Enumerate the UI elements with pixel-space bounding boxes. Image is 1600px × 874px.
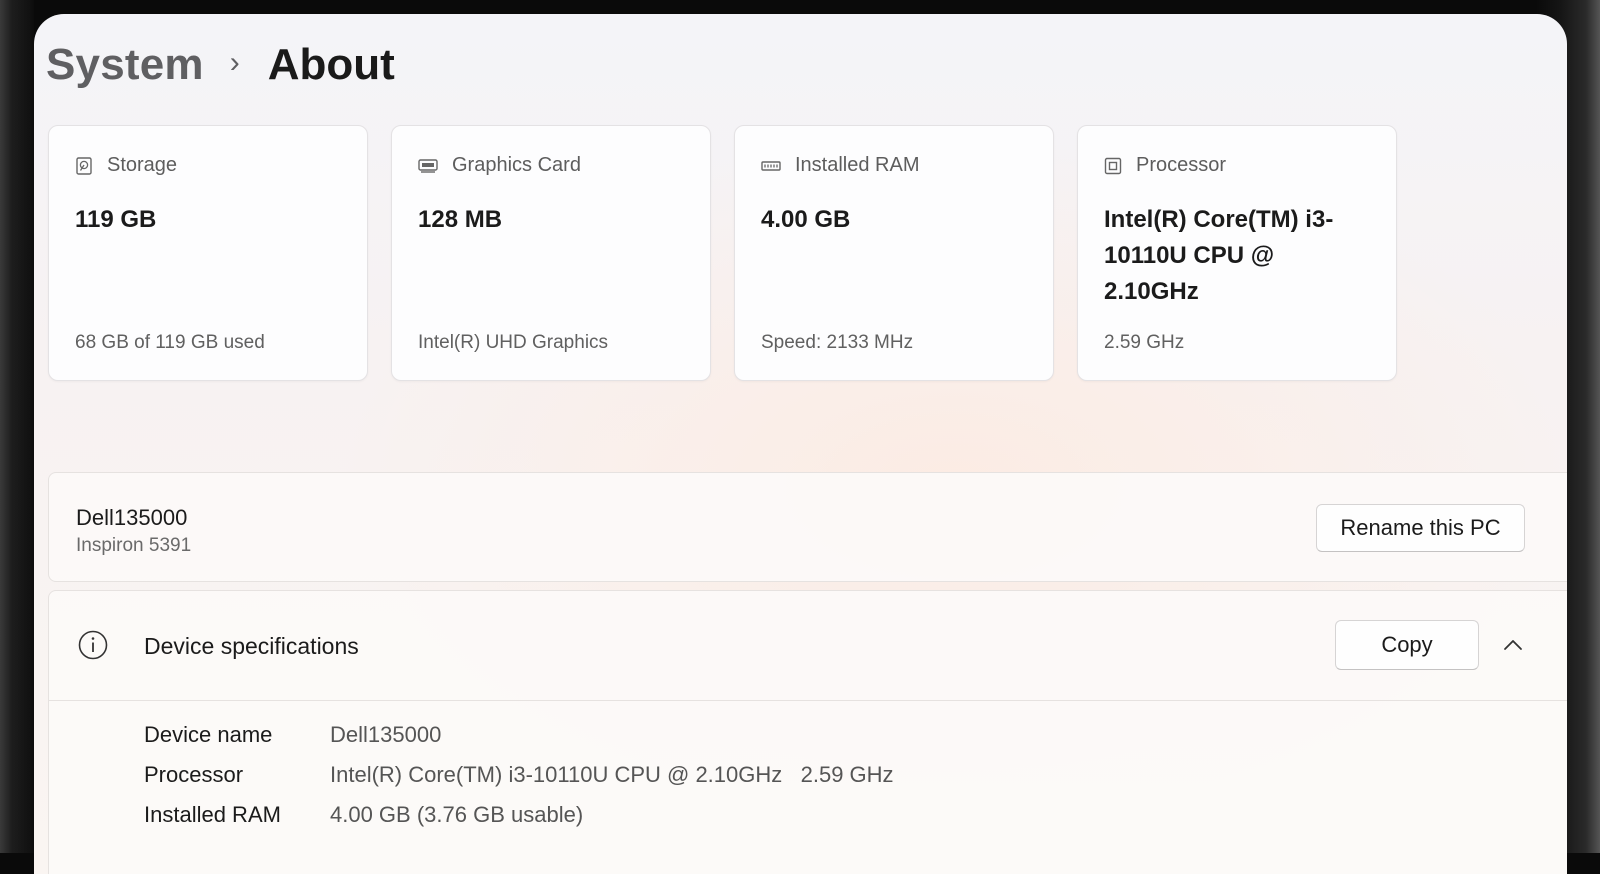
card-label: Installed RAM — [795, 154, 920, 176]
breadcrumb-separator: › — [229, 46, 240, 79]
spec-row-processor: Processor Intel(R) Core(TM) i3-10110U CP… — [144, 762, 894, 788]
graphics-card-card: Graphics Card 128 MB Intel(R) UHD Graphi… — [391, 125, 711, 381]
processor-card: Processor Intel(R) Core(TM) i3-10110U CP… — [1077, 125, 1397, 381]
breadcrumb-system[interactable]: System — [46, 40, 204, 90]
info-icon — [78, 630, 108, 660]
card-header: Graphics Card — [418, 154, 581, 177]
graphics-card-icon — [418, 157, 438, 175]
card-subtext: Intel(R) UHD Graphics — [418, 332, 609, 353]
card-header: Processor — [1104, 154, 1226, 177]
spec-label: Installed RAM — [144, 802, 281, 827]
spec-row-device-name: Device name Dell135000 — [144, 722, 441, 748]
card-value: 128 MB — [418, 206, 503, 233]
card-subtext: Speed: 2133 MHz — [761, 332, 914, 353]
settings-window: System › About Storage 119 GB 68 GB of 1… — [34, 14, 1567, 874]
pc-name-panel: Dell135000 Inspiron 5391 Rename this PC — [48, 472, 1567, 582]
copy-button[interactable]: Copy — [1335, 620, 1479, 670]
processor-icon — [1104, 157, 1122, 175]
spec-row-installed-ram: Installed RAM 4.00 GB (3.76 GB usable) — [144, 802, 583, 828]
card-header: Storage — [75, 154, 177, 177]
card-value: Intel(R) Core(TM) i3-10110U CPU @ 2.10GH… — [1104, 206, 1334, 305]
card-value: 119 GB — [75, 206, 157, 233]
spec-value: 4.00 GB (3.76 GB usable) — [330, 802, 584, 827]
breadcrumb: System › About — [46, 40, 395, 90]
spec-label: Device name — [144, 722, 273, 747]
card-subtext: 2.59 GHz — [1104, 332, 1185, 353]
pc-model: Inspiron 5391 — [76, 535, 192, 556]
spec-value: Dell135000 — [330, 722, 442, 747]
spec-value: Intel(R) Core(TM) i3-10110U CPU @ 2.10GH… — [330, 762, 894, 787]
storage-icon — [75, 156, 93, 175]
device-specifications-panel: Device specifications Copy Device name D… — [48, 590, 1567, 874]
rename-pc-button[interactable]: Rename this PC — [1316, 504, 1525, 552]
page-title: About — [267, 40, 395, 89]
card-subtext: 68 GB of 119 GB used — [75, 332, 265, 353]
pc-name: Dell135000 — [76, 505, 188, 530]
card-header: Installed RAM — [761, 154, 920, 177]
spec-label: Processor — [144, 762, 244, 787]
storage-card: Storage 119 GB 68 GB of 119 GB used — [48, 125, 368, 381]
chevron-up-icon[interactable] — [1501, 635, 1525, 655]
ram-card: Installed RAM 4.00 GB Speed: 2133 MHz — [734, 125, 1054, 381]
ram-icon — [761, 157, 781, 175]
card-label: Graphics Card — [452, 154, 581, 176]
card-value: 4.00 GB — [761, 206, 851, 233]
card-label: Storage — [107, 154, 178, 176]
device-specifications-title: Device specifications — [144, 633, 359, 659]
device-specifications-header[interactable]: Device specifications Copy — [49, 591, 1567, 701]
card-label: Processor — [1136, 154, 1227, 176]
